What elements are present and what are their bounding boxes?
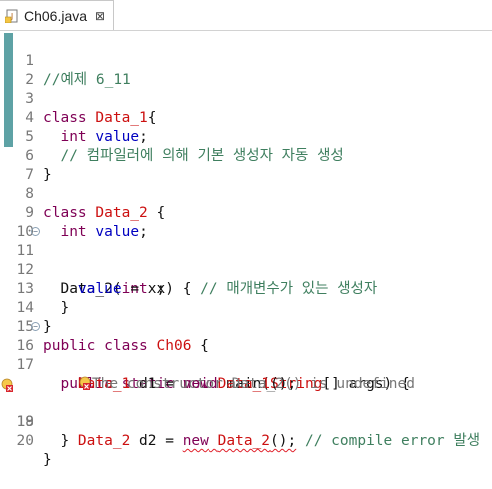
code-line-20[interactable]: 20 } xyxy=(0,413,492,468)
code-text: } xyxy=(43,452,52,468)
code-line-3[interactable]: 3 class Data_1{ xyxy=(0,71,492,126)
code-editor[interactable]: 1 //예제 6_11 2 3 class Data_1{ 4 int valu… xyxy=(0,31,492,468)
code-line-6[interactable]: 6 } xyxy=(0,128,492,183)
code-line-2[interactable]: 2 xyxy=(0,52,492,88)
code-line-18[interactable]: 18 Data_2 d2 = new Data_2(); // compile … xyxy=(0,375,492,449)
code-line-11[interactable]: 11 − Data_2(int x) { // 매개변수가 있는 생성자 xyxy=(0,223,492,297)
code-line-12[interactable]: 12 value = x; xyxy=(0,242,492,297)
error-marker-icon[interactable] xyxy=(1,378,15,392)
error-hint-line: The constructor Data_2() is undefined xyxy=(0,356,492,392)
code-text: } xyxy=(60,433,70,449)
code-line-5[interactable]: 5 // 컴파일러에 의해 기본 생성자 자동 생성 xyxy=(0,109,492,164)
tab-ch06-java[interactable]: J Ch06.java ⊠ xyxy=(0,0,114,30)
code-line-8[interactable]: 8 class Data_2 { xyxy=(0,166,492,221)
code-line-19[interactable]: 19 } xyxy=(0,394,492,449)
class-name-error: Data_2 xyxy=(217,433,271,449)
close-tab-icon[interactable]: ⊠ xyxy=(95,9,105,23)
fold-toggle-icon[interactable]: − xyxy=(31,322,40,331)
fold-toggle-icon[interactable]: − xyxy=(31,227,40,236)
code-line-4[interactable]: 4 int value; xyxy=(0,90,492,145)
editor-tab-bar: J Ch06.java ⊠ xyxy=(0,0,492,31)
code-text: d2 = xyxy=(139,433,174,449)
code-line-15[interactable]: 15 public class Ch06 { xyxy=(0,299,492,354)
type-name: Data_2 xyxy=(77,433,131,449)
code-text-error: (); xyxy=(270,433,297,449)
code-line-9[interactable]: 9 int value; xyxy=(0,185,492,240)
code-line-16[interactable]: 16 − public static void main(String[] ar… xyxy=(0,318,492,392)
code-line-14[interactable]: 14 } xyxy=(0,280,492,335)
code-line-10[interactable]: 10 xyxy=(0,204,492,240)
code-line-17[interactable]: 17 Data_1 d1 = new Data_1(); xyxy=(0,337,492,392)
code-line-1[interactable]: 1 //예제 6_11 xyxy=(0,33,492,88)
code-line-7[interactable]: 7 xyxy=(0,147,492,183)
comment: // compile error 발생 xyxy=(304,433,481,449)
tab-filename: Ch06.java xyxy=(24,7,88,24)
keyword-error: new xyxy=(182,433,209,449)
line-number: 20 xyxy=(16,433,34,449)
code-line-13[interactable]: 13 } xyxy=(0,261,492,316)
java-file-icon: J xyxy=(5,9,18,23)
